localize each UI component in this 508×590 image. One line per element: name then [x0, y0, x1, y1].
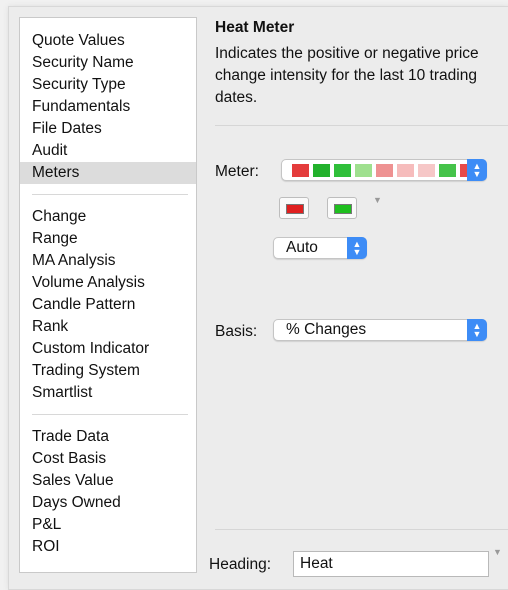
- triangle-down-icon[interactable]: ▼: [373, 195, 382, 205]
- list-item[interactable]: File Dates: [20, 118, 196, 140]
- list-item[interactable]: Meters: [20, 162, 196, 184]
- meter-swatches: [292, 164, 477, 177]
- basis-value: % Changes: [286, 321, 367, 338]
- list-item[interactable]: Security Name: [20, 52, 196, 74]
- heading-field[interactable]: Heat: [293, 551, 489, 577]
- positive-color-swatch: [334, 204, 352, 214]
- list-item[interactable]: MA Analysis: [20, 250, 196, 272]
- list-item[interactable]: Audit: [20, 140, 196, 162]
- meter-swatch: [439, 164, 456, 177]
- list-separator: [32, 194, 188, 195]
- auto-value: Auto: [286, 239, 318, 256]
- list-item[interactable]: Days Owned: [20, 492, 196, 514]
- basis-label: Basis:: [215, 323, 258, 340]
- list-item[interactable]: Fundamentals: [20, 96, 196, 118]
- basis-popup[interactable]: % Changes ▲ ▼: [273, 319, 487, 341]
- up-down-arrows-icon: ▲ ▼: [467, 159, 487, 181]
- divider: [215, 125, 508, 126]
- list-item[interactable]: Volume Analysis: [20, 272, 196, 294]
- negative-color-swatch: [286, 204, 304, 214]
- meter-swatch: [397, 164, 414, 177]
- panel-title: Heat Meter: [215, 19, 295, 36]
- meter-swatch: [334, 164, 351, 177]
- list-item[interactable]: Custom Indicator: [20, 338, 196, 360]
- negative-color-well[interactable]: [279, 197, 309, 219]
- meter-swatch: [313, 164, 330, 177]
- meter-swatch: [355, 164, 372, 177]
- up-down-arrows-icon: ▲ ▼: [347, 237, 367, 259]
- list-item[interactable]: P&L: [20, 514, 196, 536]
- list-item[interactable]: Cost Basis: [20, 448, 196, 470]
- positive-color-well[interactable]: [327, 197, 357, 219]
- list-item[interactable]: ROI: [20, 536, 196, 558]
- divider: [215, 529, 508, 530]
- list-item[interactable]: Quote Values: [20, 30, 196, 52]
- list-item[interactable]: Sales Value: [20, 470, 196, 492]
- list-item[interactable]: Range: [20, 228, 196, 250]
- meter-swatch: [418, 164, 435, 177]
- list-item[interactable]: Candle Pattern: [20, 294, 196, 316]
- list-item[interactable]: Trading System: [20, 360, 196, 382]
- settings-window: Quote Values Security Name Security Type Fu…: [8, 6, 508, 590]
- meter-popup[interactable]: ▲ ▼: [281, 159, 487, 181]
- list-item[interactable]: Change: [20, 206, 196, 228]
- panel-description: Indicates the positive or negative price…: [215, 45, 479, 106]
- list-item[interactable]: Smartlist: [20, 382, 196, 404]
- list-item[interactable]: Trade Data: [20, 426, 196, 448]
- list-item[interactable]: Security Type: [20, 74, 196, 96]
- triangle-down-icon[interactable]: ▼: [493, 547, 502, 557]
- list-separator: [32, 414, 188, 415]
- category-list[interactable]: Quote Values Security Name Security Type Fu…: [19, 17, 197, 573]
- auto-popup[interactable]: Auto ▲ ▼: [273, 237, 367, 259]
- meter-swatch: [292, 164, 309, 177]
- meter-swatch: [376, 164, 393, 177]
- list-item[interactable]: Rank: [20, 316, 196, 338]
- meter-label: Meter:: [215, 163, 259, 180]
- up-down-arrows-icon: ▲ ▼: [467, 319, 487, 341]
- heading-label: Heading:: [209, 556, 272, 573]
